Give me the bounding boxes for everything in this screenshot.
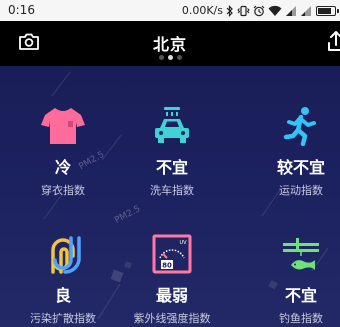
index-card-fishing[interactable]: 不宜 钓鱼指数 [246, 234, 340, 326]
svg-text:80: 80 [162, 262, 172, 270]
page-dot [158, 55, 164, 60]
city-title[interactable]: 北京 [0, 31, 340, 55]
index-card-pollution[interactable]: 良 污染扩散指数 [8, 234, 118, 326]
svg-text:UV: UV [179, 240, 187, 246]
index-value: 最弱 [155, 286, 188, 305]
index-value: 较不宜 [276, 158, 325, 177]
index-card-uv[interactable]: 80 UV 最弱 紫外线强度指数 [117, 234, 227, 326]
fishing-icon [283, 238, 319, 270]
index-label: 污染扩散指数 [30, 312, 96, 325]
index-label: 紫外线强度指数 [133, 312, 211, 325]
car-wash-icon [155, 107, 189, 143]
page-dot [167, 55, 173, 60]
index-card-clothing[interactable]: 冷 穿衣指数 [8, 106, 118, 198]
index-label: 洗车指数 [150, 184, 194, 197]
index-value: 冷 [54, 158, 71, 177]
index-value: 不宜 [155, 158, 188, 177]
page-dot [176, 55, 182, 60]
life-index-panel: PM2.5 PM2.5 冷 穿衣指数 不宜 洗车指数 较不宜 运动指数 良 污染… [0, 66, 340, 327]
network-speed: 0.00K/s [181, 4, 223, 17]
alarm-icon [253, 5, 265, 16]
wifi-icon [268, 5, 282, 16]
index-value: 不宜 [284, 286, 317, 305]
signal-icon [286, 5, 296, 16]
pollution-wind-icon [51, 236, 81, 274]
share-icon [328, 31, 340, 51]
status-icons: 0.00K/s [179, 2, 339, 19]
index-label: 运动指数 [279, 184, 323, 197]
index-label: 钓鱼指数 [279, 312, 323, 325]
status-time: 0:16 [8, 3, 35, 17]
index-label: 穿衣指数 [41, 184, 85, 197]
bluetooth-icon [226, 4, 233, 17]
index-card-car-wash[interactable]: 不宜 洗车指数 [117, 106, 227, 198]
uv-meter-icon: 80 UV [152, 234, 192, 274]
index-card-sport[interactable]: 较不宜 运动指数 [246, 106, 340, 198]
tshirt-icon [41, 108, 85, 144]
signal-icon [301, 5, 311, 16]
app-bar: 北京 [0, 21, 340, 66]
status-bar: 0:16 0.00K/s [0, 0, 340, 21]
share-button[interactable] [324, 29, 340, 55]
pm-watermark: PM2.5 [113, 204, 143, 226]
page-indicator [0, 55, 340, 60]
vibrate-icon [237, 5, 250, 16]
index-value: 良 [54, 286, 71, 305]
running-person-icon [283, 107, 316, 146]
battery-level [318, 7, 331, 14]
battery-icon [316, 5, 339, 16]
